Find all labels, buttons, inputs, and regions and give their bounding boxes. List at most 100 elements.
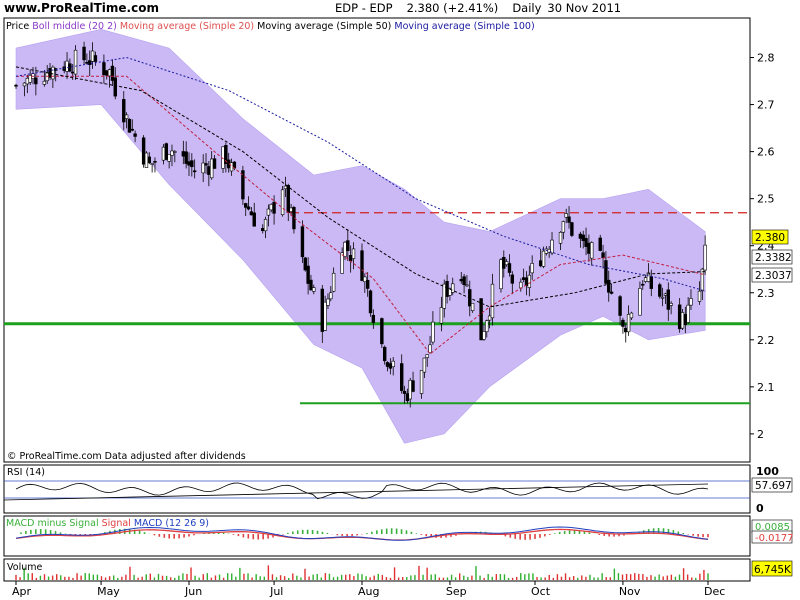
last-price-change: 2.380 (+2.41%): [407, 1, 499, 15]
candle-body: [581, 234, 585, 241]
candle-body: [669, 303, 673, 306]
candle-body: [385, 362, 390, 367]
candle-body: [113, 77, 117, 97]
candle-body: [541, 250, 546, 267]
candle-body: [527, 274, 532, 288]
candle-body: [641, 283, 645, 286]
period: Daily: [512, 1, 541, 15]
date-tick-label: May: [97, 585, 120, 598]
candle-body: [677, 304, 682, 330]
candle-body: [618, 296, 622, 316]
candle-body: [459, 279, 463, 282]
candle-body: [124, 114, 129, 119]
candle-body: [187, 161, 191, 166]
candle-body: [660, 296, 665, 299]
candle-body: [530, 263, 534, 274]
candle-body: [105, 70, 109, 76]
candle-body: [229, 162, 234, 172]
candle-body: [445, 281, 449, 297]
legend-price: Price: [6, 21, 29, 32]
candle-body: [170, 150, 174, 156]
candle-body: [122, 99, 126, 123]
candle-body: [71, 71, 75, 74]
candle-body: [303, 257, 307, 271]
candle-body: [570, 222, 574, 236]
candle-body: [192, 170, 197, 173]
candle-body: [147, 156, 151, 164]
candle-body: [451, 283, 455, 293]
price-tick-label: 2.5: [757, 193, 775, 206]
candle-body: [173, 151, 177, 153]
candle-body: [351, 248, 356, 259]
candle-body: [419, 370, 424, 394]
date-tick-label: Dec: [704, 585, 725, 598]
legend-ma20: Moving average (Simple 20): [120, 21, 254, 32]
candle-body: [587, 242, 591, 254]
candle-body: [289, 207, 293, 212]
candle-body: [408, 379, 412, 400]
candle-body: [439, 307, 444, 324]
candle-body: [25, 77, 30, 85]
date-tick-label: Nov: [619, 585, 641, 598]
candle-body: [164, 143, 169, 160]
rsi-panel[interactable]: [3, 464, 751, 514]
candle-body: [388, 363, 393, 369]
candle-body: [181, 151, 186, 157]
candle-body: [601, 252, 605, 259]
candle-body: [391, 360, 395, 368]
candle-body: [263, 219, 268, 232]
candle-body: [703, 244, 707, 271]
candle-body: [485, 320, 489, 332]
candle-body: [309, 279, 313, 291]
candle-body: [490, 283, 495, 319]
candle-body: [510, 274, 515, 284]
price-tick-label: 2: [757, 428, 764, 441]
candle-body: [578, 233, 583, 239]
candle-body: [380, 318, 384, 345]
candle-body: [280, 189, 285, 216]
candle-body: [107, 69, 112, 77]
candle-body: [365, 279, 370, 289]
price-y-axis: 22.12.22.32.42.52.62.72.8: [750, 52, 775, 441]
ma100-value-label: 2.3037: [755, 270, 792, 282]
candle-body: [504, 261, 509, 266]
rsi-label: RSI (14): [7, 467, 45, 478]
rsi-value-label: 57.697: [755, 480, 792, 492]
candle-body: [346, 240, 350, 251]
candle-body: [697, 290, 702, 302]
candle-body: [584, 238, 588, 247]
candle-body: [300, 226, 305, 258]
candle-body: [244, 203, 248, 208]
rsi-top-tick: 100: [756, 465, 779, 478]
candle-body: [465, 284, 469, 287]
macd-value-2: -0.0177: [755, 533, 794, 544]
candle-body: [649, 276, 653, 289]
candle-body: [462, 276, 466, 286]
candle-body: [405, 393, 410, 402]
date-tick-label: Apr: [12, 585, 32, 598]
candle-body: [343, 241, 347, 257]
candle-body: [110, 65, 115, 81]
candle-body: [51, 66, 55, 80]
candle-body: [561, 221, 566, 233]
volume-value-label: 6,745K: [754, 564, 792, 576]
candle-body: [360, 250, 364, 281]
last-price-label: 2.380: [755, 232, 785, 244]
candle-body: [133, 133, 137, 137]
instrument-name: EDP - EDP: [335, 1, 393, 15]
candle-body: [567, 216, 571, 223]
candle-body: [204, 163, 208, 166]
candle-body: [144, 152, 149, 168]
candle-body: [400, 363, 404, 391]
candle-body: [428, 344, 432, 353]
macd-hist-label: MACD minus Signal: [6, 518, 99, 529]
candle-body: [73, 49, 78, 75]
candle-body: [45, 72, 49, 82]
candle-body: [507, 263, 512, 273]
candle-body: [150, 163, 154, 165]
candle-body: [689, 298, 693, 306]
candle-body: [102, 62, 106, 76]
candle-body: [411, 380, 415, 392]
site-name[interactable]: www.ProRealTime.com: [4, 1, 159, 15]
price-tick-label: 2.1: [757, 381, 775, 394]
